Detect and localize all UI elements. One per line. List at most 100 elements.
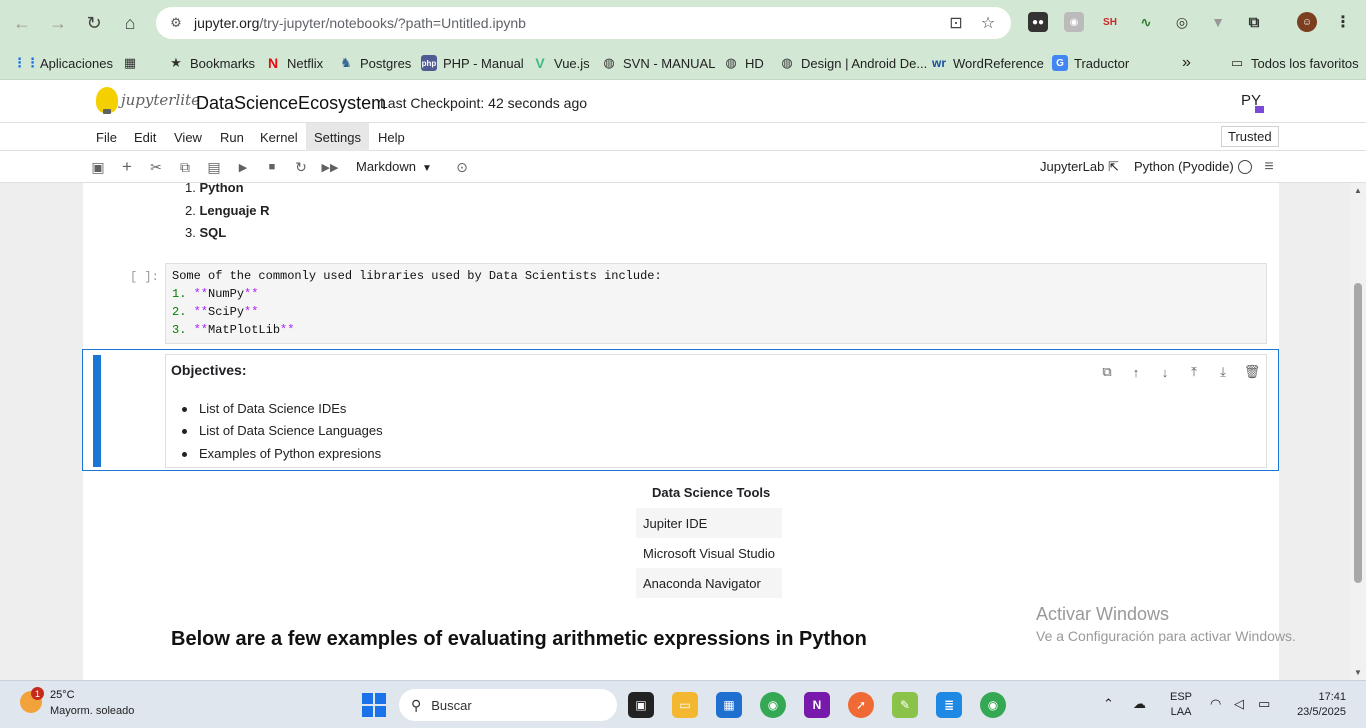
scroll-thumb[interactable]	[1354, 283, 1362, 583]
bookmark-postgres[interactable]: ♞ Postgres	[338, 52, 411, 74]
cell-type-select[interactable]: Markdown ▼	[356, 159, 432, 174]
restart-icon[interactable]: ↻	[291, 157, 311, 177]
taskbar-search[interactable]: ⚲ Buscar	[399, 689, 617, 721]
volume-icon[interactable]: ◁	[1234, 696, 1244, 712]
store-icon[interactable]: ▦	[716, 692, 742, 718]
onenote-icon[interactable]: N	[804, 692, 830, 718]
extension-globe-icon[interactable]: ◉	[1064, 12, 1084, 32]
extension-sh-icon[interactable]: SH	[1100, 12, 1120, 32]
site-info-icon[interactable]: ⚙	[166, 13, 186, 33]
extensions-puzzle-icon[interactable]: ⧉	[1244, 12, 1264, 32]
profile-avatar[interactable]: ☺	[1297, 12, 1317, 32]
chrome-icon[interactable]: ◉	[760, 692, 786, 718]
save-icon[interactable]: ▣	[88, 157, 108, 177]
bookmark-php[interactable]: php PHP - Manual	[421, 52, 524, 74]
install-app-icon[interactable]: ⊡	[946, 13, 966, 33]
chrome-profile-icon[interactable]: ◉	[980, 692, 1006, 718]
jupyterlite-logo[interactable]: jupyterlite	[96, 87, 200, 114]
tray-chevron-icon[interactable]: ⌃	[1103, 696, 1114, 712]
grid-icon: ▦	[123, 55, 137, 70]
battery-icon[interactable]: ▭	[1258, 696, 1270, 712]
reload-icon[interactable]: ↻	[82, 11, 106, 35]
menu-kernel[interactable]: Kernel	[252, 123, 306, 151]
extension-v-icon[interactable]: ▼	[1208, 12, 1228, 32]
duplicate-cell-icon[interactable]: ⧉	[1098, 363, 1116, 381]
notepad-icon[interactable]: ≣	[936, 692, 962, 718]
insert-below-icon[interactable]: ⤓	[1214, 363, 1232, 381]
menu-view[interactable]: View	[166, 123, 210, 151]
bookmark-traductor[interactable]: G Traductor	[1052, 52, 1129, 74]
bookmark-bookmarks[interactable]: ★ Bookmarks	[168, 52, 255, 74]
menu-run[interactable]: Run	[212, 123, 252, 151]
back-icon[interactable]: ←	[10, 11, 34, 35]
pyodide-logo-icon: PY	[1241, 92, 1264, 113]
lightbulb-icon	[96, 87, 118, 114]
menu-help[interactable]: Help	[370, 123, 413, 151]
browser-menu-icon[interactable]: ⋮	[1333, 12, 1353, 32]
forward-icon[interactable]: →	[46, 11, 70, 35]
address-bar[interactable]: ⚙ jupyter.org/try-jupyter/notebooks/?pat…	[156, 7, 1011, 39]
cell-collapser[interactable]	[93, 355, 101, 467]
extension-wave-icon[interactable]: ∿	[1136, 12, 1156, 32]
bookmark-hd[interactable]: ◍ HD	[723, 52, 763, 74]
home-icon[interactable]: ⌂	[118, 11, 142, 35]
list-item: 3. SQL	[185, 225, 227, 240]
bookmark-design-android[interactable]: ◍ Design | Android De...	[779, 52, 927, 74]
search-icon: ⚲	[411, 696, 422, 713]
weather-desc[interactable]: Mayorm. soleado	[50, 705, 134, 717]
fast-forward-icon[interactable]: ▶▶	[320, 157, 340, 177]
markdown-cell-content[interactable]: Objectives: List of Data Science IDEs Li…	[165, 354, 1267, 468]
delete-cell-icon[interactable]: 🗑	[1243, 363, 1261, 381]
language-indicator[interactable]: ESP LAA	[1170, 690, 1192, 720]
extension-face-icon[interactable]: ◎	[1172, 12, 1192, 32]
more-bookmarks-button[interactable]: »	[1182, 52, 1191, 74]
bookmark-svn[interactable]: ◍ SVN - MANUAL	[601, 52, 715, 74]
file-explorer-icon[interactable]: ▭	[672, 692, 698, 718]
bookmark-grid[interactable]: ▦	[122, 52, 144, 74]
copy-icon[interactable]: ⧉	[175, 157, 195, 177]
move-up-icon[interactable]: ↑	[1127, 363, 1145, 381]
raw-line: 2. **SciPy**	[172, 305, 259, 319]
location-pin-icon[interactable]: ⊙	[452, 157, 472, 177]
bookmark-star-icon[interactable]: ☆	[978, 13, 998, 33]
onedrive-cloud-icon[interactable]: ☁	[1133, 696, 1146, 712]
trusted-badge[interactable]: Trusted	[1221, 126, 1279, 147]
kernel-name[interactable]: Python (Pyodide)	[1134, 159, 1234, 174]
scroll-up-icon[interactable]: ▲	[1354, 186, 1362, 195]
bookmark-vue[interactable]: V Vue.js	[532, 52, 589, 74]
paste-icon[interactable]: ▤	[204, 157, 224, 177]
scrollbar[interactable]: ▲ ▼	[1350, 183, 1366, 680]
vue-icon: V	[535, 55, 545, 71]
postman-icon[interactable]: ➚	[848, 692, 874, 718]
menu-settings[interactable]: Settings	[306, 123, 369, 151]
bookmark-aplicaciones[interactable]: ⋮⋮ Aplicaciones	[13, 52, 113, 74]
stop-icon[interactable]: ■	[262, 157, 282, 177]
active-markdown-cell[interactable]: Objectives: List of Data Science IDEs Li…	[82, 349, 1279, 471]
all-bookmarks-folder[interactable]: ▭ Todos los favoritos	[1229, 52, 1359, 74]
raw-line: 1. **NumPy**	[172, 287, 259, 301]
list-item: Examples of Python expresions	[181, 446, 382, 461]
extension-incognito-icon[interactable]: ●●	[1028, 12, 1048, 32]
windows-start-icon[interactable]	[362, 693, 386, 717]
weather-temp[interactable]: 25°C	[50, 689, 75, 701]
wifi-icon[interactable]: ◠	[1210, 696, 1221, 712]
table-row: Microsoft Visual Studio	[643, 545, 775, 561]
jupyterlab-link[interactable]: JupyterLab ⇱	[1040, 159, 1119, 175]
insert-above-icon[interactable]: ⤒	[1185, 363, 1203, 381]
add-cell-icon[interactable]: +	[117, 157, 137, 177]
menu-file[interactable]: File	[88, 123, 125, 151]
hamburger-menu-icon[interactable]: ≡	[1259, 157, 1279, 177]
table-row: Anaconda Navigator	[636, 568, 782, 598]
bookmark-wordreference[interactable]: wr WordReference	[931, 52, 1044, 74]
move-down-icon[interactable]: ↓	[1156, 363, 1174, 381]
bookmark-netflix[interactable]: N Netflix	[265, 52, 323, 74]
clock[interactable]: 17:41 23/5/2025	[1290, 690, 1346, 720]
notebook-title[interactable]: DataScienceEcosystem	[196, 93, 386, 114]
task-view-icon[interactable]: ▣	[628, 692, 654, 718]
run-icon[interactable]: ▶	[233, 157, 253, 177]
cut-icon[interactable]: ✂	[146, 157, 166, 177]
raw-text-cell[interactable]: Some of the commonly used libraries used…	[165, 263, 1267, 344]
scroll-down-icon[interactable]: ▼	[1354, 668, 1362, 677]
paint-icon[interactable]: ✎	[892, 692, 918, 718]
menu-edit[interactable]: Edit	[126, 123, 164, 151]
